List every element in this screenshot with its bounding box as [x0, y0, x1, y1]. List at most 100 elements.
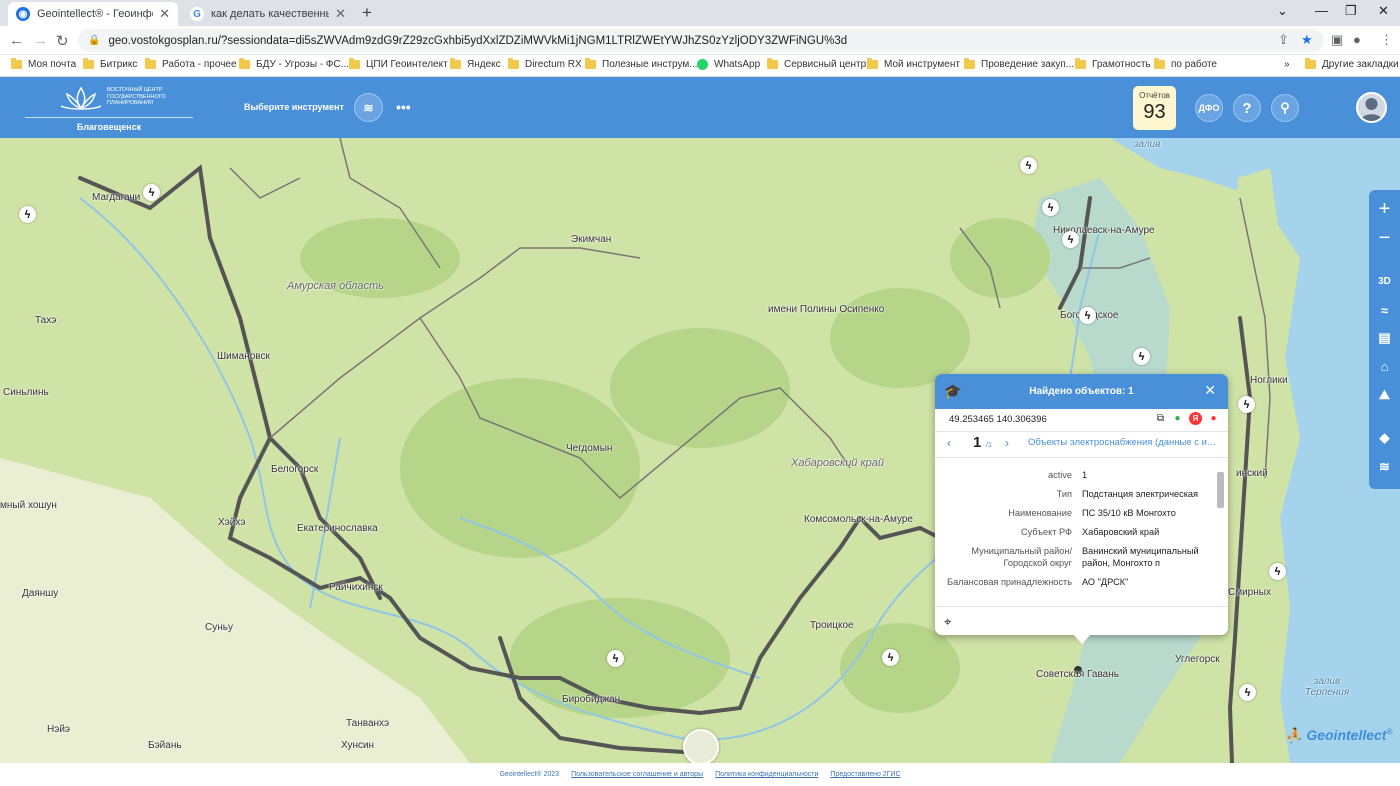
layers-stack-icon[interactable]: ≋	[1369, 454, 1400, 480]
search-button[interactable]: ⚲	[1271, 94, 1299, 122]
bookmark-item[interactable]: Проведение закуп...	[964, 58, 1074, 70]
popup-scrollbar-thumb[interactable]	[1217, 472, 1224, 508]
map-label: инский	[1236, 468, 1268, 479]
lotus-logo-icon	[60, 86, 102, 110]
found-objects-popup: 🎓 Найдено объектов: 1 ✕ 49.253465 140.30…	[935, 374, 1228, 635]
tool-select-dropdown[interactable]: Выберите инструмент ▾	[244, 102, 359, 113]
forward-icon[interactable]: →	[33, 32, 48, 49]
bookmark-label: Моя почта	[28, 59, 77, 70]
dfo-button[interactable]: ДФО	[1195, 94, 1223, 122]
bookmark-item[interactable]: Моя почта	[11, 58, 77, 70]
map-label: Амурская область	[287, 280, 384, 292]
power-object-marker-icon[interactable]: ϟ	[1239, 684, 1256, 701]
bookmark-item[interactable]: Мой инструмент	[867, 58, 960, 70]
bookmark-item[interactable]: ЦПИ Геоинтелект	[349, 58, 448, 70]
close-tab-icon[interactable]: ✕	[335, 6, 346, 22]
terrain-icon[interactable]: ⛰	[1369, 382, 1400, 408]
next-page-icon[interactable]: ›	[1005, 436, 1009, 450]
power-object-marker-icon[interactable]: ϟ	[1079, 307, 1096, 324]
zoom-out-button[interactable]: −	[1369, 225, 1400, 251]
back-icon[interactable]: ←	[9, 32, 24, 49]
power-object-marker-icon[interactable]: ϟ	[1238, 396, 1255, 413]
attribute-key: Тип	[1056, 489, 1072, 499]
bookmark-item[interactable]: Полезные инструм...	[585, 58, 698, 70]
tab-google-search[interactable]: G как делать качественные снимк ✕	[182, 2, 354, 26]
waves-icon[interactable]: ≈	[1369, 297, 1400, 323]
bookmark-star-icon[interactable]: ★	[1301, 32, 1313, 48]
reports-badge[interactable]: Отчётов 93	[1133, 86, 1176, 130]
attribute-value: Хабаровский край	[1082, 527, 1160, 537]
layers-button[interactable]: ≋	[354, 93, 383, 122]
tab-geointellect[interactable]: ◉ Geointellect® - Геоинформаци ✕	[8, 2, 178, 26]
yandex-icon[interactable]: Я	[1189, 412, 1202, 425]
restore-icon[interactable]: ❐	[1345, 3, 1357, 19]
reload-icon[interactable]: ↻	[56, 32, 69, 50]
traffic-light-icon[interactable]: ▤	[1369, 325, 1400, 351]
close-tab-icon[interactable]: ✕	[159, 6, 170, 22]
power-object-marker-icon[interactable]: ϟ	[1020, 157, 1037, 174]
more-dots-icon[interactable]: •••	[396, 99, 411, 115]
bookmark-item[interactable]: Грамотность	[1075, 58, 1151, 70]
power-object-marker-icon[interactable]: ϟ	[143, 184, 160, 201]
provided-by-link[interactable]: Предоставлено 2ГИС	[830, 771, 900, 778]
close-window-icon[interactable]: ✕	[1378, 3, 1389, 19]
power-object-marker-icon[interactable]: ϟ	[19, 206, 36, 223]
power-object-marker-icon[interactable]: ϟ	[1062, 231, 1079, 248]
bookmark-item[interactable]: по работе	[1154, 58, 1217, 70]
map-label: Смирных	[1228, 587, 1271, 598]
prev-page-icon[interactable]: ‹	[947, 436, 951, 450]
attribute-key: active	[1047, 470, 1072, 480]
bookmark-item[interactable]: Directum RX	[508, 58, 582, 70]
map-pin-icon[interactable]: ●	[1207, 412, 1220, 425]
popup-header: 🎓 Найдено объектов: 1 ✕	[935, 374, 1228, 409]
url-text[interactable]: geo.vostokgosplan.ru/?sessiondata=di5sZW…	[108, 35, 847, 47]
google-maps-pin-icon[interactable]: ●	[1171, 412, 1184, 425]
other-bookmarks[interactable]: Другие закладки	[1305, 58, 1399, 70]
bookmark-item[interactable]: Яндекс	[450, 58, 501, 70]
bookmark-item[interactable]: Битрикс	[83, 58, 137, 70]
zoom-to-object-icon[interactable]: ⌖	[944, 614, 951, 630]
agreement-link[interactable]: Пользовательское соглашение и авторы	[571, 771, 703, 778]
more-bookmarks-button[interactable]: »	[1284, 59, 1290, 70]
bookmark-item[interactable]: WhatsApp	[697, 59, 760, 70]
zoom-in-icon: +	[1378, 197, 1391, 220]
help-button[interactable]: ?	[1233, 94, 1261, 122]
zoom-in-button[interactable]: +	[1369, 196, 1400, 222]
side-panel-icon[interactable]: ▣	[1331, 32, 1343, 48]
3d-button[interactable]: 3D	[1369, 268, 1400, 294]
profile-icon[interactable]: ●	[1353, 32, 1361, 47]
menu-kebab-icon[interactable]: ⋮	[1380, 32, 1393, 48]
minimize-icon[interactable]: —	[1315, 3, 1328, 18]
new-tab-icon[interactable]: +	[362, 3, 372, 23]
copy-icon[interactable]: ⧉	[1154, 412, 1167, 425]
eraser-icon[interactable]: ◆	[1369, 425, 1400, 451]
power-object-marker-icon[interactable]: ϟ	[1133, 348, 1150, 365]
folder-icon	[508, 58, 519, 69]
bookmarks-bar: Моя почта Битрикс Работа - прочее БДУ - …	[0, 55, 1400, 77]
bookmark-label: Полезные инструм...	[602, 59, 698, 70]
divider	[935, 457, 1228, 458]
bookmark-label: Directum RX	[525, 59, 582, 70]
user-avatar[interactable]	[1356, 92, 1387, 123]
bookmark-item[interactable]: БДУ - Угрозы - ФС...	[239, 58, 349, 70]
brand-label: Geointellect	[1306, 727, 1387, 743]
privacy-link[interactable]: Политика конфиденциальности	[715, 771, 818, 778]
compass-control[interactable]	[683, 729, 719, 763]
coordinates-text: 49.253465 140.306396	[949, 414, 1047, 425]
url-omnibox[interactable]: 🔒 geo.vostokgosplan.ru/?sessiondata=di5s…	[78, 29, 1324, 52]
power-object-marker-icon[interactable]: ϟ	[1042, 199, 1059, 216]
power-object-marker-icon[interactable]: ϟ	[882, 649, 899, 666]
bookmark-item[interactable]: Сервисный центр	[767, 58, 866, 70]
close-icon[interactable]: ✕	[1204, 382, 1216, 399]
layer-name-link[interactable]: Объекты электроснабжения (данные с инвес…	[1028, 437, 1220, 448]
factory-icon[interactable]: ⌂	[1369, 353, 1400, 379]
bookmark-item[interactable]: Работа - прочее	[145, 58, 237, 70]
power-object-marker-icon[interactable]: ϟ	[1269, 563, 1286, 580]
attribute-row: active 1	[935, 469, 1217, 481]
graduation-cap-icon[interactable]: 🎓	[944, 383, 961, 400]
power-object-marker-icon[interactable]: ϟ	[607, 650, 624, 667]
logo[interactable]: ВОСТОЧНЫЙ ЦЕНТР ГОСУДАРСТВЕННОГО ПЛАНИРО…	[25, 82, 193, 134]
map-label: Ноглики	[1250, 375, 1288, 386]
share-icon[interactable]: ⇪	[1278, 32, 1289, 48]
tab-search-chevron-icon[interactable]: ⌄	[1277, 3, 1288, 19]
